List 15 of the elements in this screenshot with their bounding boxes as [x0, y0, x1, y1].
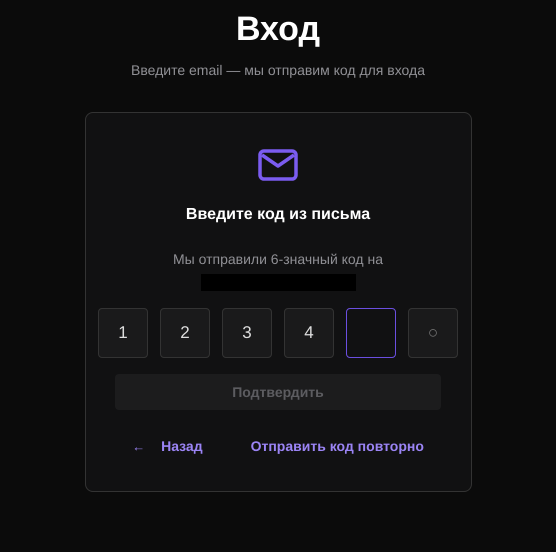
- code-digit-field[interactable]: 2: [160, 308, 210, 358]
- back-arrow-icon: ←: [132, 436, 146, 456]
- code-digit-field[interactable]: ○: [408, 308, 458, 358]
- code-digit-field[interactable]: 1: [98, 308, 148, 358]
- mail-icon: [258, 149, 298, 181]
- code-digit-field[interactable]: 3: [222, 308, 272, 358]
- back-link[interactable]: ← Назад: [132, 436, 203, 457]
- code-digit-field[interactable]: 4: [284, 308, 334, 358]
- page-subtitle: Введите email — мы отправим код для входа: [130, 61, 426, 80]
- page-title: Вход: [234, 9, 322, 50]
- card-heading: Введите код из письма: [184, 205, 372, 225]
- code-digit-field[interactable]: [346, 308, 396, 358]
- resend-code-link[interactable]: Отправить код повторно: [250, 436, 424, 457]
- back-link-label: Назад: [161, 437, 203, 456]
- sent-message: Мы отправили 6-значный код на: [172, 250, 384, 269]
